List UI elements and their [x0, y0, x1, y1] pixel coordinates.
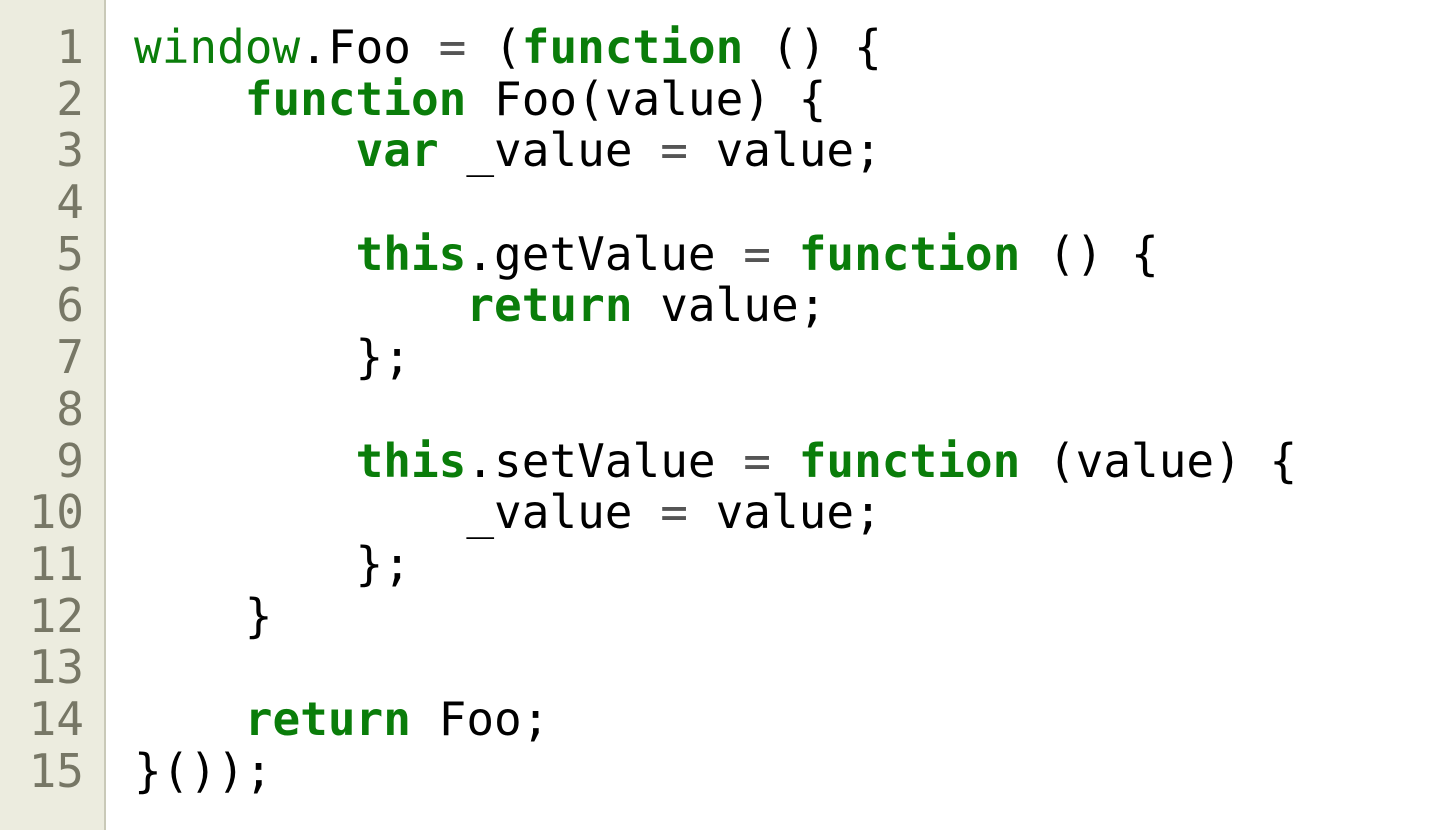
code-token: _value — [134, 485, 661, 540]
code-token: .getValue — [466, 226, 744, 281]
line-number: 14 — [28, 691, 84, 746]
code-token: = — [660, 485, 688, 540]
code-token: }()); — [134, 743, 273, 798]
code-token: value; — [687, 485, 882, 540]
line-number: 4 — [56, 175, 84, 230]
code-line[interactable]: return Foo; — [134, 691, 1454, 746]
line-number: 6 — [56, 278, 84, 333]
line-number: 10 — [28, 485, 84, 540]
code-line[interactable] — [134, 384, 1454, 436]
keyword-token: return — [466, 278, 633, 333]
code-token: Foo(value) { — [466, 71, 827, 126]
code-token: Foo — [327, 20, 411, 74]
code-token: ( — [466, 20, 522, 74]
code-token: (value) { — [1020, 433, 1298, 488]
keyword-token: this — [355, 433, 467, 488]
code-line[interactable]: } — [134, 588, 1454, 643]
line-number: 12 — [28, 588, 84, 643]
line-number: 2 — [56, 71, 84, 126]
keyword-token: function — [244, 71, 467, 126]
keyword-token: function — [521, 20, 744, 74]
line-number: 5 — [56, 226, 84, 281]
code-token: Foo; — [410, 691, 550, 746]
code-line[interactable]: return value; — [134, 280, 1454, 332]
code-area[interactable]: window.Foo = (function () { function Foo… — [106, 0, 1454, 830]
code-token: = — [743, 433, 771, 488]
code-line[interactable]: var _value = value; — [134, 125, 1454, 177]
code-line[interactable]: }()); — [134, 743, 1454, 798]
line-number: 1 — [56, 20, 84, 74]
code-token: = — [743, 226, 771, 281]
keyword-token: function — [798, 433, 1021, 488]
code-token: () { — [743, 20, 882, 74]
code-token: value; — [632, 278, 827, 333]
code-token: .setValue — [466, 433, 744, 488]
keyword-token: return — [244, 691, 411, 746]
code-editor[interactable]: 1 2 3 4 5 6 7 8 9 10 11 12 13 14 15 window.Foo = (func… — [0, 0, 1454, 830]
keyword-token: var — [355, 123, 439, 178]
code-token: value; — [687, 123, 882, 178]
code-token: = — [438, 20, 467, 74]
code-line[interactable]: this.setValue = function (value) { — [134, 433, 1454, 488]
code-line[interactable]: window.Foo = (function () { — [134, 20, 1454, 74]
code-line[interactable]: _value = value; — [134, 485, 1454, 540]
code-line[interactable] — [134, 642, 1454, 694]
code-token: }; — [134, 536, 411, 591]
keyword-token: this — [355, 226, 467, 281]
line-number: 13 — [28, 640, 84, 695]
code-line[interactable]: this.getValue = function () { — [134, 226, 1454, 281]
line-number-gutter: 1 2 3 4 5 6 7 8 9 10 11 12 13 14 15 — [0, 0, 106, 830]
keyword-token: function — [798, 226, 1021, 281]
code-line[interactable]: function Foo(value) { — [134, 71, 1454, 126]
code-token: () { — [1020, 226, 1159, 281]
line-number: 9 — [56, 433, 84, 488]
code-token: window — [134, 20, 301, 74]
code-line[interactable]: }; — [134, 536, 1454, 591]
code-line[interactable]: }; — [134, 330, 1454, 385]
line-number: 15 — [28, 743, 84, 798]
code-token: = — [660, 123, 688, 178]
line-number: 3 — [56, 123, 84, 178]
code-token: } — [134, 588, 273, 643]
line-number: 11 — [28, 536, 84, 591]
line-number: 8 — [56, 381, 84, 436]
code-line[interactable] — [134, 177, 1454, 229]
code-token: }; — [134, 330, 411, 385]
code-token: . — [300, 20, 328, 74]
code-token: _value — [438, 123, 661, 178]
line-number: 7 — [56, 330, 84, 385]
